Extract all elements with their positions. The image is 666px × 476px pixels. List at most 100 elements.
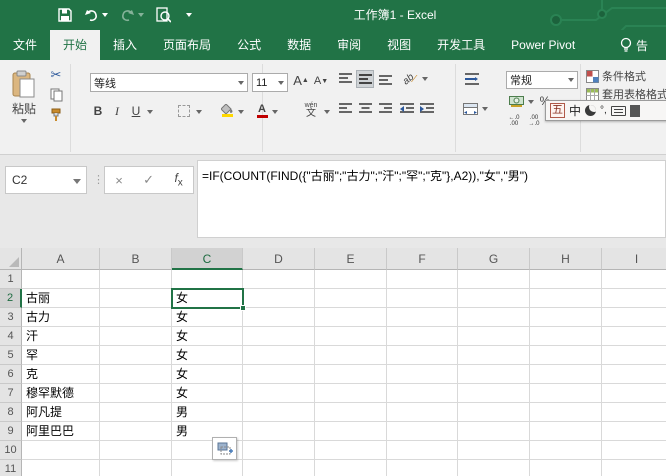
- cut-button[interactable]: ✂: [46, 66, 66, 84]
- cell-F11[interactable]: [387, 460, 458, 476]
- cell-A11[interactable]: [22, 460, 100, 476]
- cell-G3[interactable]: [458, 308, 530, 327]
- cell-B6[interactable]: [100, 365, 172, 384]
- cell-A3[interactable]: 古力: [22, 308, 100, 327]
- save-button[interactable]: [52, 4, 78, 26]
- cell-F1[interactable]: [387, 270, 458, 289]
- align-right-button[interactable]: [376, 100, 394, 118]
- column-header-C[interactable]: C: [172, 248, 243, 270]
- cell-G1[interactable]: [458, 270, 530, 289]
- formula-input[interactable]: =IF(COUNT(FIND({"古丽";"古力";"汗";"罕";"克"},A…: [197, 160, 666, 238]
- merge-center-caret[interactable]: [482, 107, 488, 111]
- cell-G8[interactable]: [458, 403, 530, 422]
- cell-A1[interactable]: [22, 270, 100, 289]
- cell-E4[interactable]: [315, 327, 387, 346]
- cell-F3[interactable]: [387, 308, 458, 327]
- confirm-entry-button[interactable]: ✓: [143, 172, 154, 188]
- tab-formulas[interactable]: 公式: [224, 30, 274, 60]
- tab-view[interactable]: 视图: [374, 30, 424, 60]
- cell-B7[interactable]: [100, 384, 172, 403]
- column-header-G[interactable]: G: [458, 248, 530, 270]
- underline-caret[interactable]: [147, 110, 153, 114]
- cell-E1[interactable]: [315, 270, 387, 289]
- cell-C4[interactable]: 女: [172, 327, 243, 346]
- cell-I5[interactable]: [602, 346, 666, 365]
- row-header-7[interactable]: 7: [0, 384, 22, 403]
- tab-review[interactable]: 审阅: [324, 30, 374, 60]
- row-header-5[interactable]: 5: [0, 346, 22, 365]
- cell-G9[interactable]: [458, 422, 530, 441]
- conditional-formatting-button[interactable]: 条件格式: [586, 68, 666, 84]
- font-color-caret[interactable]: [272, 110, 278, 114]
- bottom-align-button[interactable]: [376, 70, 394, 88]
- half-full-width-moon-icon[interactable]: [585, 105, 597, 116]
- phonetic-guide-button[interactable]: wén 文: [300, 98, 322, 122]
- font-name-combobox[interactable]: 等线: [90, 73, 248, 92]
- column-header-D[interactable]: D: [243, 248, 315, 270]
- redo-button[interactable]: [114, 4, 150, 26]
- row-header-2[interactable]: 2: [0, 289, 22, 308]
- cell-E9[interactable]: [315, 422, 387, 441]
- increase-decimal-button[interactable]: ←.0 .00: [505, 113, 523, 129]
- middle-align-button[interactable]: [356, 70, 374, 88]
- column-header-H[interactable]: H: [530, 248, 602, 270]
- cell-E10[interactable]: [315, 441, 387, 460]
- cell-I1[interactable]: [602, 270, 666, 289]
- cell-H7[interactable]: [530, 384, 602, 403]
- row-header-4[interactable]: 4: [0, 327, 22, 346]
- row-header-3[interactable]: 3: [0, 308, 22, 327]
- shrink-font-button[interactable]: A ▼: [312, 72, 330, 90]
- cell-B5[interactable]: [100, 346, 172, 365]
- cell-D9[interactable]: [243, 422, 315, 441]
- cell-G11[interactable]: [458, 460, 530, 476]
- cell-F9[interactable]: [387, 422, 458, 441]
- cell-A2[interactable]: 古丽: [22, 289, 100, 308]
- cell-A9[interactable]: 阿里巴巴: [22, 422, 100, 441]
- cell-H10[interactable]: [530, 441, 602, 460]
- cell-B1[interactable]: [100, 270, 172, 289]
- cell-H8[interactable]: [530, 403, 602, 422]
- cell-H11[interactable]: [530, 460, 602, 476]
- accounting-format-button[interactable]: [506, 93, 526, 109]
- format-painter-button[interactable]: [46, 106, 66, 124]
- increase-indent-button[interactable]: [418, 100, 436, 118]
- cell-I2[interactable]: [602, 289, 666, 308]
- cell-H5[interactable]: [530, 346, 602, 365]
- cell-F4[interactable]: [387, 327, 458, 346]
- cell-F7[interactable]: [387, 384, 458, 403]
- tab-file[interactable]: 文件: [0, 30, 50, 60]
- cell-D7[interactable]: [243, 384, 315, 403]
- cell-E5[interactable]: [315, 346, 387, 365]
- cell-B2[interactable]: [100, 289, 172, 308]
- cell-A7[interactable]: 穆罕默德: [22, 384, 100, 403]
- cell-D2[interactable]: [243, 289, 315, 308]
- cell-B11[interactable]: [100, 460, 172, 476]
- cell-I6[interactable]: [602, 365, 666, 384]
- cell-D8[interactable]: [243, 403, 315, 422]
- underline-button[interactable]: U: [128, 102, 144, 120]
- tab-power-pivot[interactable]: Power Pivot: [498, 30, 588, 60]
- cell-C7[interactable]: 女: [172, 384, 243, 403]
- cell-D1[interactable]: [243, 270, 315, 289]
- cell-G10[interactable]: [458, 441, 530, 460]
- tab-home[interactable]: 开始: [50, 30, 101, 60]
- cell-H3[interactable]: [530, 308, 602, 327]
- cell-G6[interactable]: [458, 365, 530, 384]
- cell-G2[interactable]: [458, 289, 530, 308]
- undo-button[interactable]: [78, 4, 114, 26]
- align-left-button[interactable]: [336, 100, 354, 118]
- cell-F6[interactable]: [387, 365, 458, 384]
- cell-D10[interactable]: [243, 441, 315, 460]
- column-header-B[interactable]: B: [100, 248, 172, 270]
- cell-I4[interactable]: [602, 327, 666, 346]
- number-format-combobox[interactable]: 常规: [506, 71, 578, 89]
- cell-C2[interactable]: 女: [172, 289, 243, 308]
- punctuation-icon[interactable]: °,: [600, 105, 607, 116]
- cell-H6[interactable]: [530, 365, 602, 384]
- redo-dropdown-caret[interactable]: [138, 13, 144, 17]
- fill-color-caret[interactable]: [238, 110, 244, 114]
- cell-D5[interactable]: [243, 346, 315, 365]
- row-header-9[interactable]: 9: [0, 422, 22, 441]
- cell-I7[interactable]: [602, 384, 666, 403]
- accounting-caret[interactable]: [528, 100, 534, 104]
